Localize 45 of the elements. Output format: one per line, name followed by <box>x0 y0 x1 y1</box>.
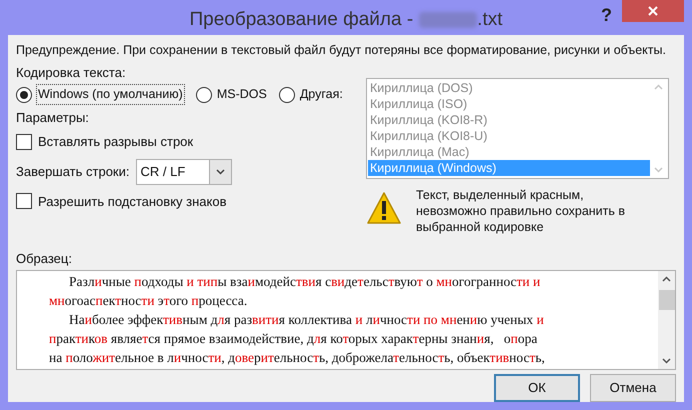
checkbox[interactable] <box>16 134 32 150</box>
radio-label: MS-DOS <box>216 86 267 104</box>
encoding-list-item[interactable]: Кириллица (ISO) <box>368 96 650 112</box>
warning-text: Предупреждение. При сохранении в текстовый файл будут потеряны все форматирование, рисунки и объекты. <box>16 42 667 60</box>
close-icon <box>648 6 658 16</box>
chevron-down-icon <box>662 358 671 364</box>
sample-text-line: Различные подходы и типы взаимодействия свидетельствуют о многогранности и <box>68 273 540 291</box>
dialog-button[interactable]: Отмена <box>590 374 676 402</box>
checkbox[interactable] <box>16 193 32 210</box>
encoding-list-item[interactable]: Кириллица (Windows) <box>368 160 650 176</box>
radio-label: Windows (по умолчанию) <box>37 85 184 104</box>
encoding-list[interactable]: Кириллица (DOS) Кириллица (ISO) Кириллица (KOI8-R) Кириллица (KOI8-U) Кириллица (Mac) Кириллица (Windows) <box>366 78 669 178</box>
line-end-dropdown[interactable]: CR / LF <box>136 158 232 184</box>
sample-text-line: многоаспектности этого процесса. <box>49 292 248 310</box>
encoding-warning-text: Текст, выделенный красным, невозможно правильно сохранить в выбранной кодировке <box>416 186 626 234</box>
parameters-label: Параметры: <box>16 108 90 127</box>
window-title-extension: .txt <box>477 8 503 32</box>
scrollbar-thumb[interactable] <box>658 290 674 310</box>
chevron-down-icon <box>654 166 663 172</box>
warning-icon <box>366 190 402 224</box>
encoding-list-item[interactable]: Кириллица (Mac) <box>368 144 650 160</box>
help-button[interactable]: ? <box>601 2 612 29</box>
radio-button[interactable] <box>16 86 32 102</box>
encoding-list-item[interactable]: Кириллица (KOI8-R) <box>368 112 650 128</box>
close-button[interactable] <box>622 0 684 22</box>
radio-label: Другая: <box>300 86 343 104</box>
chevron-up-icon <box>662 276 671 282</box>
encoding-label: Кодировка текста: <box>16 64 127 82</box>
dialog-button[interactable]: ОК <box>494 374 580 402</box>
checkbox-label: Вставлять разрывы строк <box>38 133 194 151</box>
radio-button[interactable] <box>196 86 212 102</box>
checkbox-label: Разрешить подстановку знаков <box>38 192 226 211</box>
chevron-down-icon <box>216 168 224 174</box>
sample-text-line: Наиболее эффективным для развития коллектива и личности по мнению ученых и <box>68 311 544 329</box>
scrollbar[interactable] <box>658 271 675 369</box>
redacted-filename <box>419 12 478 28</box>
sample-label: Образец: <box>16 250 73 268</box>
encoding-list-item[interactable]: Кириллица (DOS) <box>368 80 650 96</box>
encoding-list-item[interactable]: Кириллица (KOI8-U) <box>368 128 650 144</box>
window-title: Преобразование файла - <box>189 8 414 32</box>
line-end-label: Завершать строки: <box>16 162 130 181</box>
sample-text-line: практиков является прямое взаимодействие, для которых характерны знания, опора <box>49 330 538 348</box>
chevron-up-icon <box>654 84 663 90</box>
sample-text-line: на положительное в личности, доверительность, доброжелательность, объективность, <box>49 349 545 367</box>
radio-button[interactable] <box>278 86 295 102</box>
